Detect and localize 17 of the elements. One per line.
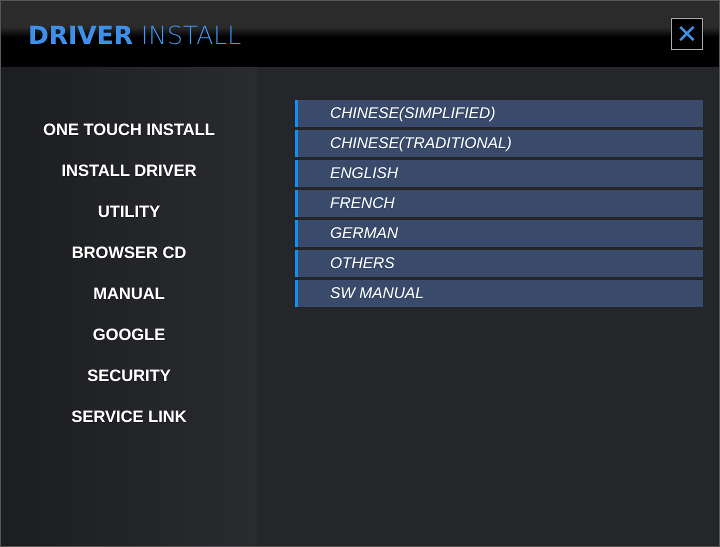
language-button[interactable]: CHINESE(TRADITIONAL) (295, 130, 703, 157)
sidebar-item[interactable]: BROWSER CD (1, 233, 257, 274)
window-title: DRIVER INSTALL (28, 20, 242, 51)
language-button[interactable]: FRENCH (295, 190, 703, 217)
sidebar-item[interactable]: SERVICE LINK (1, 397, 257, 438)
close-button[interactable]: ✕ (671, 18, 703, 50)
language-button[interactable]: ENGLISH (295, 160, 703, 187)
language-button[interactable]: GERMAN (295, 220, 703, 247)
language-button[interactable]: CHINESE(SIMPLIFIED) (295, 100, 703, 127)
sidebar-item[interactable]: UTILITY (1, 192, 257, 233)
sidebar-item[interactable]: MANUAL (1, 274, 257, 315)
language-button[interactable]: SW MANUAL (295, 280, 703, 307)
sidebar-item[interactable]: SECURITY (1, 356, 257, 397)
sidebar-item[interactable]: ONE TOUCH INSTALL (1, 110, 257, 151)
sidebar-item[interactable]: GOOGLE (1, 315, 257, 356)
language-button[interactable]: OTHERS (295, 250, 703, 277)
sidebar-item[interactable]: INSTALL DRIVER (1, 151, 257, 192)
